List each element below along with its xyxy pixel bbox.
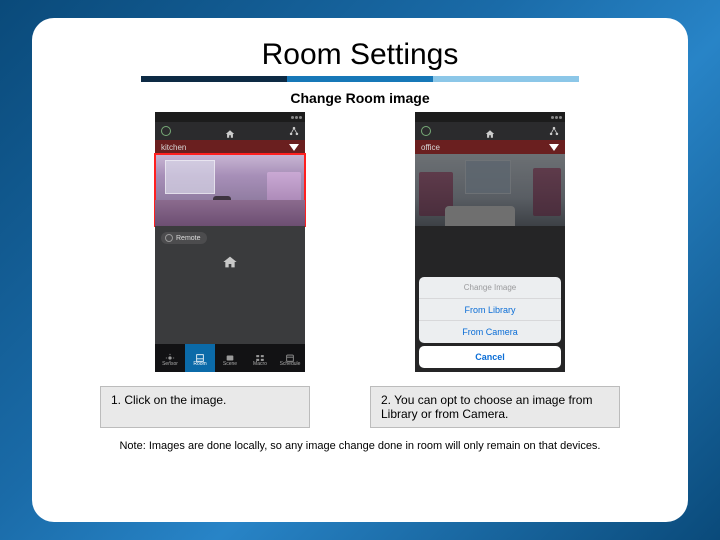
network-icon[interactable] <box>289 126 299 136</box>
app-top-bar <box>155 122 305 140</box>
room-name-bar[interactable]: kitchen <box>155 140 305 154</box>
room-image[interactable] <box>155 154 305 226</box>
caption-step-1: 1. Click on the image. <box>100 386 310 428</box>
status-bar <box>415 112 565 122</box>
tab-bar: Sensor Room Scene Macro Schedule <box>155 344 305 372</box>
room-name-text: office <box>421 143 440 152</box>
tab-sensor[interactable]: Sensor <box>155 344 185 372</box>
schedule-icon <box>285 350 295 360</box>
macro-icon <box>255 350 265 360</box>
option-from-camera[interactable]: From Camera <box>419 321 561 343</box>
tab-room[interactable]: Room <box>185 344 215 372</box>
action-sheet: Change Image From Library From Camera Ca… <box>419 277 561 368</box>
title-underline <box>141 76 579 82</box>
caption-step-2: 2. You can opt to choose an image from L… <box>370 386 620 428</box>
action-sheet-header: Change Image <box>419 277 561 299</box>
modal-dimmer: Change Image From Library From Camera Ca… <box>415 154 565 372</box>
home-flat-icon <box>221 254 239 270</box>
slide-title: Room Settings <box>68 38 652 72</box>
slide-subtitle: Change Room image <box>68 90 652 106</box>
room-name-text: kitchen <box>161 143 186 152</box>
remote-label: Remote <box>176 235 201 242</box>
cancel-button[interactable]: Cancel <box>419 346 561 368</box>
home-icon[interactable] <box>224 126 236 136</box>
tab-label: Sensor <box>162 361 178 367</box>
remote-icon <box>165 234 173 242</box>
tab-label: Room <box>193 361 206 367</box>
chevron-down-icon <box>549 144 559 151</box>
tab-label: Scene <box>223 361 237 367</box>
room-name-bar[interactable]: office <box>415 140 565 154</box>
footer-note: Note: Images are done locally, so any im… <box>68 440 652 452</box>
screenshot-step-1: kitchen Remote Sensor <box>155 112 305 372</box>
power-icon[interactable] <box>421 126 431 136</box>
room-icon <box>195 350 205 360</box>
network-icon[interactable] <box>549 126 559 136</box>
tab-scene[interactable]: Scene <box>215 344 245 372</box>
tab-label: Macro <box>253 361 267 367</box>
remote-chip[interactable]: Remote <box>161 232 207 244</box>
tab-macro[interactable]: Macro <box>245 344 275 372</box>
power-icon[interactable] <box>161 126 171 136</box>
sensor-icon <box>165 350 175 360</box>
chevron-down-icon <box>289 144 299 151</box>
tab-label: Schedule <box>280 361 301 367</box>
home-icon[interactable] <box>484 126 496 136</box>
scene-icon <box>225 350 235 360</box>
app-top-bar <box>415 122 565 140</box>
screenshot-step-2: office Change Image From Library From Ca… <box>415 112 565 372</box>
status-bar <box>155 112 305 122</box>
room-body: Remote <box>155 226 305 344</box>
tab-schedule[interactable]: Schedule <box>275 344 305 372</box>
option-from-library[interactable]: From Library <box>419 299 561 321</box>
